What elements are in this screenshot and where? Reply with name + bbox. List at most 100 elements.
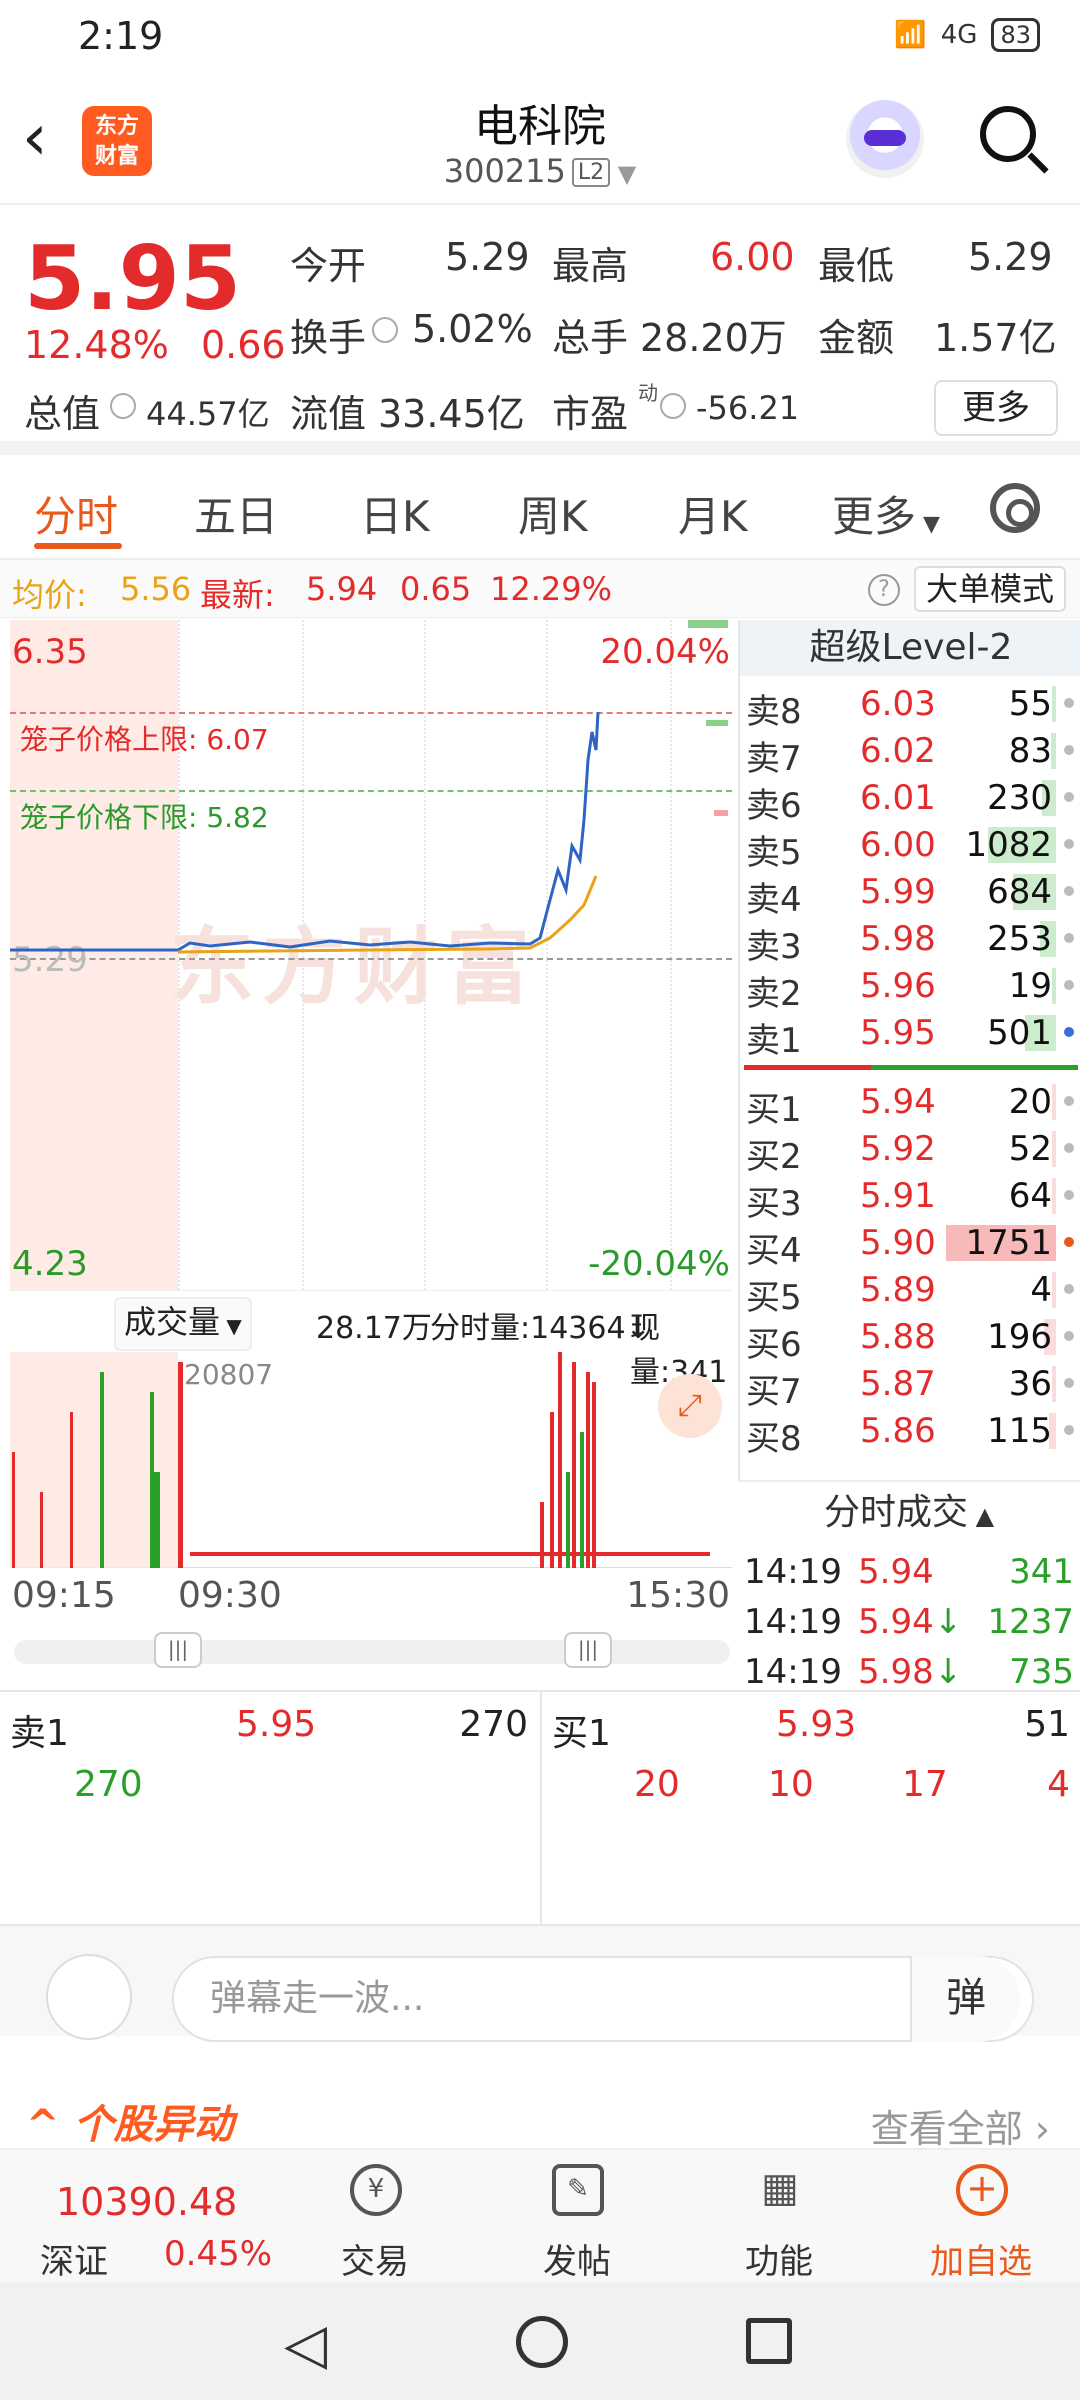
- bid-level-row[interactable]: 买7 5.87 36: [740, 1360, 1080, 1412]
- danmaku-toggle-button[interactable]: 弹: [910, 1956, 1020, 2042]
- bid-ask-ratio-bar: [744, 1065, 1078, 1070]
- volume-value: 28.20万: [640, 316, 787, 360]
- time-close: 15:30: [626, 1575, 730, 1616]
- volume-chart[interactable]: 20807 ⤢: [10, 1352, 732, 1568]
- chevron-up-icon: ^: [26, 2102, 74, 2148]
- buy1-queue-item: 4: [1047, 1764, 1070, 1805]
- view-all-link[interactable]: 查看全部 ›: [871, 2098, 1050, 2153]
- ask-indicator-dot: [1064, 698, 1074, 708]
- bid-level-row[interactable]: 买2 5.92 52: [740, 1125, 1080, 1177]
- nav-post[interactable]: ✎ 发帖: [512, 2150, 642, 2284]
- trades-header[interactable]: 分时成交 ▲: [738, 1480, 1080, 1542]
- ask-level-row[interactable]: 卖3 5.98 253: [740, 915, 1080, 967]
- volume-header: 成交量 ▼ 28.17万 分时量:14364↓ 现量:341: [10, 1290, 732, 1390]
- tab-intraday[interactable]: 分时: [34, 483, 118, 544]
- mktcap-info-icon[interactable]: [110, 393, 136, 419]
- stock-header: ‹ 东方 财富 电科院 300215 L2 ▼: [0, 70, 1080, 205]
- robot-assistant-icon[interactable]: [846, 100, 924, 178]
- yen-icon: ¥: [350, 2164, 402, 2216]
- ask-level-row[interactable]: 卖1 5.95 501: [740, 1009, 1080, 1061]
- ask-level-row[interactable]: 卖5 6.00 1082: [740, 821, 1080, 873]
- bid-level-row[interactable]: 买4 5.90 1751: [740, 1219, 1080, 1271]
- bid-level-price: 5.92: [860, 1129, 936, 1169]
- pe-value: -56.21: [696, 389, 800, 427]
- latest-label: 最新:: [200, 576, 275, 614]
- system-recents-icon[interactable]: [746, 2318, 792, 2364]
- range-handle-left[interactable]: |||: [154, 1632, 202, 1668]
- pe-info-icon[interactable]: [660, 393, 686, 419]
- index-value[interactable]: 10390.48: [56, 2180, 237, 2224]
- trades-title: 分时成交: [823, 1492, 968, 1533]
- big-order-mode-button[interactable]: 大单模式: [914, 566, 1067, 612]
- bid-level-label: 买6: [746, 1325, 802, 1365]
- sell1-label: 卖1: [10, 1713, 69, 1754]
- ask-indicator-dot: [1064, 933, 1074, 943]
- ask-level-row[interactable]: 卖7 6.02 83: [740, 727, 1080, 779]
- bid-indicator-dot: [1064, 1284, 1074, 1294]
- divider: [540, 1692, 542, 1928]
- bid-level-price: 5.90: [860, 1223, 936, 1263]
- tab-weekly-k[interactable]: 周K: [518, 483, 588, 544]
- volume-bars-svg: [12, 1352, 710, 1568]
- bid-level-label: 买7: [746, 1372, 802, 1412]
- index-percent: 0.45%: [164, 2234, 273, 2274]
- bid-level-row[interactable]: 买6 5.88 196: [740, 1313, 1080, 1365]
- ask-level-row[interactable]: 卖8 6.03 55: [740, 680, 1080, 732]
- info-icon[interactable]: [372, 317, 398, 343]
- buy1-price: 5.93: [776, 1704, 857, 1745]
- high-label: 最高: [552, 244, 629, 288]
- ask-level-price: 6.00: [860, 825, 936, 865]
- ask-level-label: 卖3: [746, 927, 802, 967]
- ask-indicator-dot: [1064, 745, 1074, 755]
- system-back-icon[interactable]: ◁: [284, 2312, 327, 2377]
- volume-total: 28.17万: [316, 1311, 432, 1346]
- more-button[interactable]: 更多: [934, 380, 1058, 436]
- time-range-scroller[interactable]: ||| |||: [14, 1632, 730, 1668]
- bid-level-row[interactable]: 买5 5.89 4: [740, 1266, 1080, 1318]
- bid-level-volume: 52: [1008, 1129, 1052, 1169]
- open-label: 今开: [290, 244, 367, 288]
- intraday-price-chart[interactable]: 东方财富 6.35 20.04% 笼子价格上限: 6.07 笼子价格下限: 5.…: [10, 620, 732, 1290]
- system-home-icon[interactable]: [516, 2316, 568, 2368]
- anomaly-title[interactable]: ^ 个股异动: [26, 2092, 233, 2150]
- bid-level-price: 5.94: [860, 1082, 936, 1122]
- price-line-svg: [10, 711, 600, 954]
- trade-volume: 341: [1009, 1552, 1074, 1592]
- trade-time: 14:19: [744, 1552, 842, 1592]
- tab-five-day[interactable]: 五日: [194, 483, 278, 544]
- expand-icon[interactable]: ⤢: [658, 1374, 722, 1438]
- range-handle-right[interactable]: |||: [564, 1632, 612, 1668]
- trade-row: 14:19 5.94 ↓ 1237: [738, 1598, 1080, 1648]
- danmaku-input[interactable]: 弹幕走一波...: [172, 1956, 1034, 2042]
- volume-bars: [12, 1352, 710, 1568]
- ask-level-row[interactable]: 卖2 5.96 19: [740, 962, 1080, 1014]
- chevron-right-icon: ›: [1022, 2107, 1050, 2151]
- bid-level-row[interactable]: 买3 5.91 64: [740, 1172, 1080, 1224]
- bid-level-row[interactable]: 买1 5.94 20: [740, 1078, 1080, 1130]
- period-tabs: 分时 五日 日K 周K 月K 更多 ▼: [0, 455, 1080, 560]
- nav-functions[interactable]: ▦ 功能: [714, 2150, 844, 2284]
- bid-indicator-dot: [1064, 1237, 1074, 1247]
- bid-indicator-dot: [1064, 1378, 1074, 1388]
- nav-trade[interactable]: ¥ 交易: [310, 2150, 440, 2284]
- ask-level-row[interactable]: 卖4 5.99 684: [740, 868, 1080, 920]
- ask-level-row[interactable]: 卖6 6.01 230: [740, 774, 1080, 826]
- search-icon[interactable]: [980, 106, 1036, 162]
- ask-depth-bar: [1052, 686, 1056, 722]
- tab-monthly-k[interactable]: 月K: [678, 483, 748, 544]
- caret-down-icon: ▼: [916, 512, 940, 537]
- nav-add-watchlist[interactable]: + 加自选: [916, 2150, 1046, 2284]
- tab-daily-k[interactable]: 日K: [360, 483, 430, 544]
- bid-level-row[interactable]: 买8 5.86 115: [740, 1407, 1080, 1459]
- level2-title[interactable]: 超级Level-2: [740, 620, 1080, 676]
- gear-icon[interactable]: [990, 483, 1040, 533]
- grid-apps-icon: ▦: [761, 2165, 799, 2211]
- volume-indicator-select[interactable]: 成交量 ▼: [114, 1297, 252, 1351]
- nav-functions-label: 功能: [745, 2242, 813, 2282]
- bid-level-label: 买2: [746, 1137, 802, 1177]
- help-icon[interactable]: ?: [868, 574, 900, 606]
- bid-level-price: 5.86: [860, 1411, 936, 1451]
- danmaku-settings-icon[interactable]: [46, 1954, 132, 2040]
- ask-indicator-dot: [1064, 1027, 1074, 1037]
- tab-more[interactable]: 更多 ▼: [832, 483, 940, 544]
